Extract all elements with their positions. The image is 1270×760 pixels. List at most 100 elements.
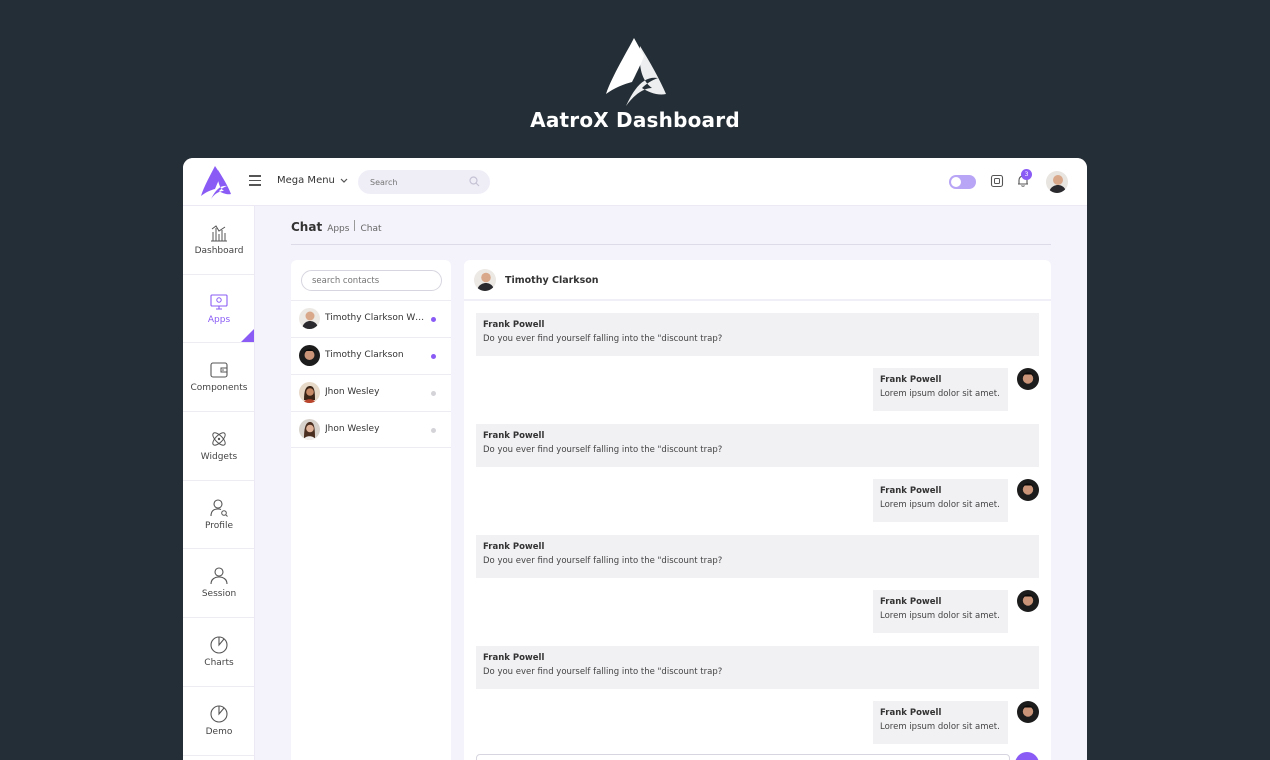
message-text: Lorem ipsum dolor sit amet. xyxy=(880,611,1000,621)
divider xyxy=(291,244,1051,245)
sidebar-item-label: Dashboard xyxy=(194,246,244,256)
notification-badge: 3 xyxy=(1021,169,1032,180)
hamburger-menu-icon[interactable] xyxy=(249,175,261,187)
chat-partner-avatar xyxy=(474,269,496,291)
sidebar-item-widgets[interactable]: Widgets xyxy=(183,412,254,481)
sidebar-item-dashboard[interactable]: Dashboard xyxy=(183,206,254,275)
wallet-icon xyxy=(210,362,228,378)
send-button[interactable] xyxy=(1015,752,1039,760)
message-text: Do you ever find yourself falling into t… xyxy=(483,334,723,344)
breadcrumb-parent[interactable]: Apps xyxy=(327,224,349,234)
contact-item[interactable]: Jhon Wesley xyxy=(291,374,451,411)
message-sender: Frank Powell xyxy=(880,375,942,385)
online-status-dot xyxy=(431,317,436,322)
user-search-icon xyxy=(210,499,228,517)
contact-avatar xyxy=(299,308,320,329)
contacts-list: Timothy Clarkson Wi... Timothy Clarkson … xyxy=(291,300,451,448)
message-input[interactable] xyxy=(476,754,1010,760)
contact-item[interactable]: Timothy Clarkson Wi... xyxy=(291,300,451,337)
sidebar-item-label: Widgets xyxy=(200,452,238,463)
chat-partner-name: Timothy Clarkson xyxy=(505,275,599,286)
message-text: Lorem ipsum dolor sit amet. xyxy=(880,722,1000,732)
global-search-input[interactable] xyxy=(358,170,458,195)
outgoing-message: Frank Powell Lorem ipsum dolor sit amet. xyxy=(873,479,1008,522)
message-sender: Frank Powell xyxy=(880,486,942,496)
message-sender: Frank Powell xyxy=(483,320,545,330)
outgoing-message: Frank Powell Lorem ipsum dolor sit amet. xyxy=(873,701,1008,744)
sidebar-item-label: Session xyxy=(201,589,237,600)
message-text: Lorem ipsum dolor sit amet. xyxy=(880,389,1000,399)
offline-status-dot xyxy=(431,391,436,396)
contact-avatar xyxy=(299,382,320,403)
user-icon xyxy=(210,567,228,585)
page-title: Chat xyxy=(291,220,323,234)
incoming-message: Frank Powell Do you ever find yourself f… xyxy=(476,313,1039,356)
sender-avatar xyxy=(1017,701,1039,723)
theme-toggle[interactable] xyxy=(949,175,976,189)
message-sender: Frank Powell xyxy=(483,542,545,552)
offline-status-dot xyxy=(431,428,436,433)
dashboard-window: Mega Menu 3 Dashboard Apps xyxy=(183,158,1087,760)
bar-chart-icon xyxy=(211,225,227,242)
contact-avatar xyxy=(299,345,320,366)
top-bar: Mega Menu 3 xyxy=(183,158,1087,206)
global-search xyxy=(358,170,490,195)
fullscreen-icon[interactable] xyxy=(990,174,1004,188)
message-sender: Frank Powell xyxy=(880,708,942,718)
contact-name: Timothy Clarkson Wi... xyxy=(325,313,425,323)
sidebar-item-label: Profile xyxy=(205,520,233,531)
contacts-search-input[interactable] xyxy=(301,270,442,291)
sender-avatar xyxy=(1017,368,1039,390)
active-indicator xyxy=(241,329,254,343)
pie-chart-icon xyxy=(210,636,228,654)
contact-item[interactable]: Timothy Clarkson xyxy=(291,337,451,374)
contact-avatar xyxy=(299,419,320,440)
contact-name: Timothy Clarkson xyxy=(325,350,404,360)
sender-avatar xyxy=(1017,479,1039,501)
sidebar-item-session[interactable]: Session xyxy=(183,549,254,619)
online-status-dot xyxy=(431,354,436,359)
aatrox-logo xyxy=(606,38,666,106)
outgoing-message: Frank Powell Lorem ipsum dolor sit amet. xyxy=(873,590,1008,633)
brand-logo[interactable] xyxy=(199,164,233,200)
message-sender: Frank Powell xyxy=(483,653,545,663)
message-text: Do you ever find yourself falling into t… xyxy=(483,445,723,455)
chevron-down-icon xyxy=(340,178,348,183)
monitor-icon xyxy=(210,294,228,310)
contact-name: Jhon Wesley xyxy=(325,387,380,397)
incoming-message: Frank Powell Do you ever find yourself f… xyxy=(476,424,1039,467)
message-text: Do you ever find yourself falling into t… xyxy=(483,556,723,566)
atom-icon xyxy=(212,432,226,446)
breadcrumb: Chat Apps Chat xyxy=(291,220,382,234)
sidebar-item-label: Apps xyxy=(207,314,231,325)
sidebar-item-components[interactable]: Components xyxy=(183,343,254,413)
message-sender: Frank Powell xyxy=(880,597,942,607)
user-avatar[interactable] xyxy=(1046,171,1068,193)
sender-avatar xyxy=(1017,590,1039,612)
sidebar-item-label: Charts xyxy=(204,658,234,669)
contact-name: Jhon Wesley xyxy=(325,424,380,434)
incoming-message: Frank Powell Do you ever find yourself f… xyxy=(476,646,1039,689)
contacts-panel: Timothy Clarkson Wi... Timothy Clarkson … xyxy=(291,260,451,760)
chat-header: Timothy Clarkson xyxy=(464,260,1051,301)
message-text: Lorem ipsum dolor sit amet. xyxy=(880,500,1000,510)
pie-chart-icon xyxy=(210,705,228,723)
hero-title: AatroX Dashboard xyxy=(530,108,740,132)
chat-panel: Timothy Clarkson Frank Powell Do you eve… xyxy=(464,260,1051,760)
sidebar-item-label: Components xyxy=(190,383,248,394)
message-sender: Frank Powell xyxy=(483,431,545,441)
incoming-message: Frank Powell Do you ever find yourself f… xyxy=(476,535,1039,578)
search-icon[interactable] xyxy=(469,176,480,187)
mega-menu-label: Mega Menu xyxy=(277,175,335,186)
breadcrumb-separator xyxy=(354,220,356,231)
mega-menu-dropdown[interactable]: Mega Menu xyxy=(277,175,348,186)
sidebar-item-demo[interactable]: Demo xyxy=(183,687,254,756)
contact-item[interactable]: Jhon Wesley xyxy=(291,411,451,448)
sidebar-item-profile[interactable]: Profile xyxy=(183,481,254,550)
sidebar: Dashboard Apps Components Widgets Profil… xyxy=(183,206,255,760)
message-text: Do you ever find yourself falling into t… xyxy=(483,667,723,677)
outgoing-message: Frank Powell Lorem ipsum dolor sit amet. xyxy=(873,368,1008,411)
breadcrumb-current: Chat xyxy=(360,224,382,234)
sidebar-item-apps[interactable]: Apps xyxy=(183,275,254,344)
sidebar-item-charts[interactable]: Charts xyxy=(183,618,254,687)
